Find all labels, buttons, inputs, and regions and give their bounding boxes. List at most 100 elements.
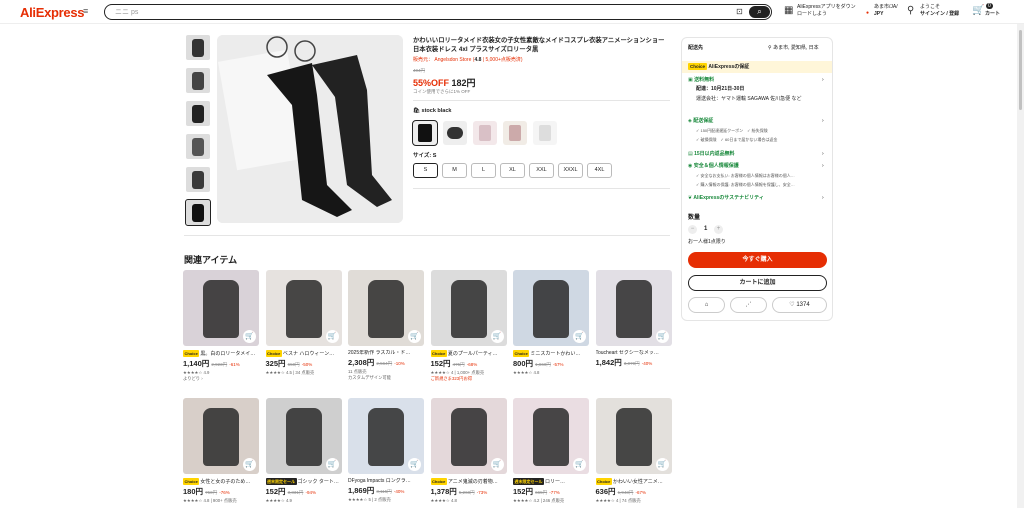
related-item-title: Choice 夏のプールパーティ…	[430, 350, 507, 358]
related-item-card[interactable]: 🛒 Choice ベスナ ハロウィーン… 325円 650円 -50% ★★★★☆ 4.…	[265, 270, 342, 376]
size-option[interactable]: XXL	[529, 163, 554, 178]
related-item-title: 2025年新作 ラスカル・ド…	[348, 350, 424, 357]
related-item-image[interactable]: 🛒	[430, 270, 507, 346]
aliexpress-logo[interactable]: AliExpress	[20, 5, 85, 20]
related-item-card[interactable]: 🛒 Choice 夏のプールパーティ… 152円 475円 -68% ★★★★☆ 4 |…	[430, 270, 507, 382]
related-item-image[interactable]: 🛒	[183, 270, 259, 346]
free-shipping[interactable]: ▣ 送料無料	[688, 77, 714, 84]
size-option[interactable]: XL	[500, 163, 525, 178]
swatch-4[interactable]	[503, 121, 527, 145]
swatch-3[interactable]	[473, 121, 497, 145]
swatch-5[interactable]	[533, 121, 557, 145]
account-menu[interactable]: ようこそ サインイン / 登録	[920, 4, 959, 18]
cart-icon[interactable]: 🛒	[972, 6, 984, 16]
item-meta: ★★★★☆ 4 | 74 点販売	[595, 498, 641, 503]
secure-delivery[interactable]: ◈ 配送保証	[688, 118, 713, 125]
size-option[interactable]: L	[471, 163, 496, 178]
related-item-card[interactable]: 🛒 週末限定セール ロリー… 152円 665円 -77% ★★★★☆ 4.2 | 24…	[513, 398, 589, 504]
add-to-cart-icon[interactable]: 🛒	[655, 458, 669, 471]
quantity-value[interactable]: 1	[704, 226, 707, 232]
region-selector[interactable]: あま市/JA/ JPY	[874, 4, 898, 18]
ship-to-label: 配送先	[688, 45, 704, 51]
add-to-cart-icon[interactable]: 🛒	[655, 330, 669, 343]
add-to-cart-icon[interactable]: 🛒	[243, 458, 256, 471]
chevron-right-icon[interactable]: ›	[822, 151, 824, 158]
scrollbar-thumb[interactable]	[1019, 30, 1022, 110]
swatch-black[interactable]	[412, 120, 438, 146]
app-promo[interactable]: AliExpressアプリをダウン ロードしよう	[797, 4, 856, 18]
quantity-decrease-button[interactable]: −	[688, 225, 697, 234]
related-item-image[interactable]: 🛒	[265, 270, 342, 346]
color-swatches	[412, 120, 557, 146]
returns[interactable]: ▤ 15日以内返品無料	[688, 151, 735, 158]
size-option[interactable]: S	[413, 163, 438, 178]
related-item-image[interactable]: 🛒	[348, 398, 424, 474]
quantity-increase-button[interactable]: +	[714, 225, 723, 234]
store-info[interactable]: 販売元： Angelsdon Store (4.8 | 5,000+点販売済)	[413, 56, 523, 63]
menu-icon[interactable]: ≡	[83, 7, 91, 16]
share-button[interactable]: ⋰	[730, 297, 767, 313]
related-item-card[interactable]: 🛒 週末限定セール ゴシック タート… 152円 3,331円 -94% ★★★★☆ 4…	[265, 398, 342, 504]
size-option[interactable]: XXXL	[558, 163, 583, 178]
related-item-card[interactable]: 🛒 Choice アニメ鬼滅の刃着物… 1,378円 5,268円 -73% ★★★★☆…	[430, 398, 507, 504]
related-item-price: 152円 475円 -68%	[431, 359, 507, 370]
search-input[interactable]: ニニ ps	[115, 7, 138, 17]
store-button[interactable]: ⌂	[688, 297, 725, 313]
ship-to-value[interactable]: ⚲ あま市, 愛知県, 日本	[768, 45, 819, 52]
add-to-cart-icon[interactable]: 🛒	[573, 458, 586, 471]
product-figure	[533, 408, 569, 466]
related-item-image[interactable]: 🛒	[265, 398, 342, 474]
main-product-image[interactable]	[217, 35, 403, 223]
search-box[interactable]: ニニ ps ⊡ ⌕	[104, 4, 772, 20]
chevron-right-icon[interactable]: ›	[822, 77, 824, 84]
privacy[interactable]: ◉ 安全＆個人情報保護	[688, 163, 739, 170]
size-option[interactable]: M	[442, 163, 467, 178]
add-to-cart-icon[interactable]: 🛒	[243, 330, 256, 343]
related-item-image[interactable]: 🛒	[430, 398, 507, 474]
thumbnail-5[interactable]	[186, 167, 210, 192]
related-item-image[interactable]: 🛒	[595, 270, 672, 346]
item-price: 1,869円	[348, 486, 375, 495]
swatch-2[interactable]	[443, 121, 467, 145]
related-item-image[interactable]: 🛒	[513, 398, 589, 474]
related-item-card[interactable]: 🛒 Toucheart セクシーなメッ… 1,842円 3,070円 -40%	[595, 270, 672, 369]
product-figure	[615, 280, 652, 338]
add-to-cart-button[interactable]: カートに追加	[688, 275, 827, 291]
chevron-right-icon[interactable]: ›	[822, 195, 824, 202]
related-item-image[interactable]: 🛒	[595, 398, 672, 474]
thumbnail-2[interactable]	[186, 68, 210, 93]
sustainability[interactable]: ❦ AliExpressのサステナビリティ	[688, 195, 764, 202]
add-to-cart-icon[interactable]: 🛒	[573, 330, 586, 343]
add-to-cart-icon[interactable]: 🛒	[325, 458, 339, 471]
cart-label[interactable]: カート	[985, 11, 1000, 18]
related-item-card[interactable]: 🛒 DFyoga Impacts ロングラ… 1,869円 3,115円 -40% ★…	[348, 398, 424, 503]
chevron-right-icon[interactable]: ›	[822, 118, 824, 125]
chevron-right-icon[interactable]: ›	[822, 163, 824, 170]
add-to-cart-icon[interactable]: 🛒	[325, 330, 339, 343]
wishlist-button[interactable]: ♡ 1374	[772, 297, 827, 313]
add-to-cart-icon[interactable]: 🛒	[408, 330, 421, 343]
related-item-card[interactable]: 🛒 2025年新作 ラスカル・ド… 2,308円 2,564円 -10% 11 点販売…	[348, 270, 424, 381]
store-name[interactable]: Angelsdon Store	[434, 57, 471, 63]
search-button[interactable]: ⌕	[749, 6, 770, 18]
item-badge: Choice	[430, 350, 447, 357]
related-item-card[interactable]: 🛒 Choice ミニスカートかわい… 800円 1,860円 -57% ★★★★☆ 4…	[513, 270, 589, 376]
related-item-image[interactable]: 🛒	[183, 398, 259, 474]
buy-now-button[interactable]: 今すぐ購入	[688, 252, 827, 268]
thumbnail-3[interactable]	[186, 101, 210, 126]
related-item-card[interactable]: 🛒 Choice かわいい女性アニメ… 636円 1,943円 -67% ★★★★☆ 4…	[595, 398, 672, 504]
item-discount: -10%	[394, 361, 405, 366]
returns-text: 15日以内返品無料	[694, 151, 735, 157]
size-option[interactable]: 4XL	[587, 163, 612, 178]
related-item-card[interactable]: 🛒 Choice 黒。白のロリータメイ… 1,140円 2,923円 -61% ★★★★…	[183, 270, 259, 382]
thumbnail-4[interactable]	[186, 134, 210, 159]
camera-search-icon[interactable]: ⊡	[736, 8, 745, 16]
related-item-image[interactable]: 🛒	[513, 270, 589, 346]
related-item-card[interactable]: 🛒 Choice 女性と女の子のため… 180円 750円 -76% ★★★★☆ 4.8…	[183, 398, 259, 504]
add-to-cart-icon[interactable]: 🛒	[490, 458, 504, 471]
thumbnail-1[interactable]	[186, 35, 210, 60]
add-to-cart-icon[interactable]: 🛒	[408, 458, 421, 471]
thumbnail-6[interactable]	[185, 199, 211, 226]
add-to-cart-icon[interactable]: 🛒	[490, 330, 504, 343]
related-item-image[interactable]: 🛒	[348, 270, 424, 346]
